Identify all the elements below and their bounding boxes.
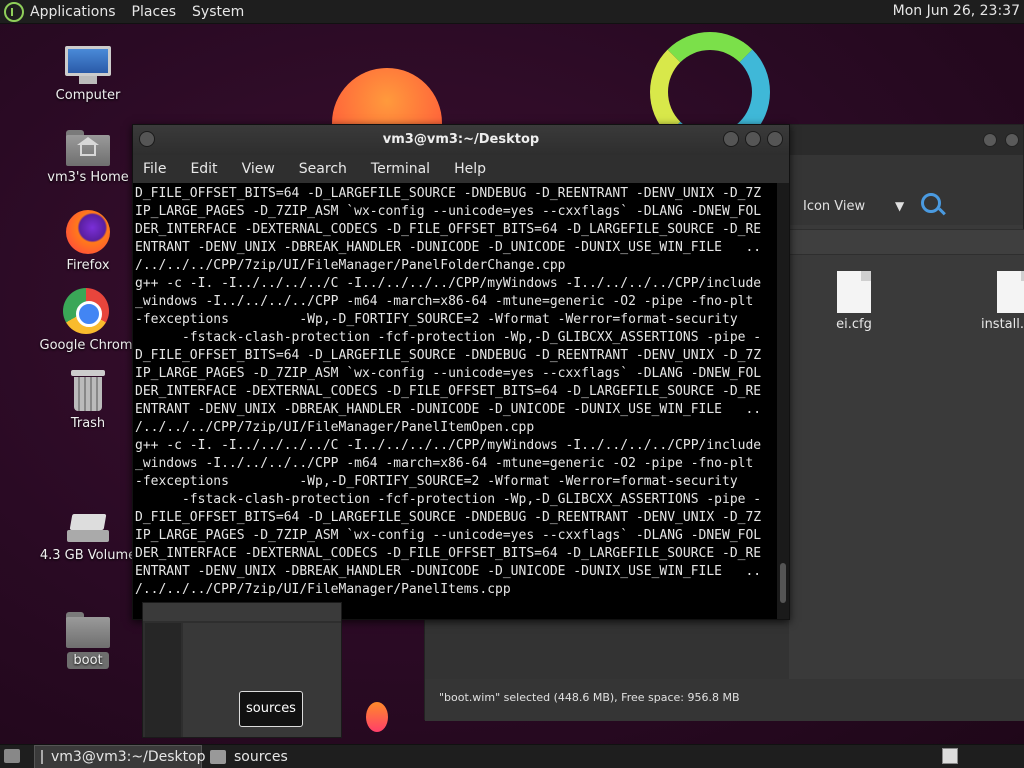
terminal-line: D_FILE_OFFSET_BITS=64 -D_LARGEFILE_SOURC… — [135, 510, 762, 525]
terminal-icon — [41, 750, 43, 764]
window-menu-button[interactable] — [139, 131, 155, 147]
status-bar: "boot.wim" selected (448.6 MB), Free spa… — [425, 679, 1024, 721]
file-item[interactable]: install.esd — [969, 271, 1024, 332]
terminal-line: _windows -I../../../../CPP -m64 -march=x… — [135, 456, 754, 471]
maximize-button[interactable] — [983, 133, 997, 147]
desktop-icon-boot[interactable]: boot — [38, 612, 138, 669]
chevron-down-icon[interactable]: ▼ — [895, 199, 904, 213]
menu-help[interactable]: Help — [454, 161, 486, 177]
close-button[interactable] — [767, 131, 783, 147]
show-desktop-icon[interactable] — [4, 749, 20, 763]
view-mode-select[interactable]: Icon View — [803, 199, 865, 214]
bottom-panel: vm3@vm3:~/Desktop sources — [0, 744, 1024, 768]
terminal-line: /../../../CPP/7zip/UI/FileManager/PanelF… — [135, 258, 566, 273]
menu-file[interactable]: File — [143, 161, 166, 177]
places-menu[interactable]: Places — [132, 4, 177, 20]
file-name: ei.cfg — [836, 317, 872, 332]
desktop-icon-label: Google Chrom — [39, 338, 133, 353]
chrome-icon — [63, 288, 109, 334]
file-icon — [837, 271, 871, 313]
file-icon — [997, 271, 1024, 313]
desktop-icon-volume[interactable]: 4.3 GB Volume — [38, 514, 138, 563]
computer-icon — [65, 46, 111, 84]
file-name: install.esd — [980, 317, 1024, 332]
terminal-line: -fstack-clash-protection -fcf-protection… — [135, 330, 762, 345]
applications-menu[interactable]: Applications — [30, 4, 116, 20]
desktop-icon-label: vm3's Home — [47, 170, 129, 185]
terminal-line: g++ -c -I. -I../../../../C -I../../../..… — [135, 276, 762, 291]
path-bar[interactable] — [789, 229, 1024, 255]
clock[interactable]: Mon Jun 26, 23:37 — [893, 3, 1020, 19]
terminal-menubar: File Edit View Search Terminal Help — [133, 155, 789, 183]
terminal-titlebar[interactable]: vm3@vm3:~/Desktop — [133, 125, 789, 155]
top-panel: Applications Places System Mon Jun 26, 2… — [0, 0, 1024, 24]
window-preview-thumbnail[interactable]: sources — [142, 602, 342, 738]
file-list[interactable]: ei.cfg install.esd — [789, 255, 1024, 679]
preview-tooltip: sources — [239, 691, 303, 727]
terminal-line: D_FILE_OFFSET_BITS=64 -D_LARGEFILE_SOURC… — [135, 186, 762, 201]
search-icon[interactable] — [921, 193, 941, 213]
terminal-line: IP_LARGE_PAGES -D_7ZIP_ASM `wx-config --… — [135, 366, 762, 381]
terminal-line: ENTRANT -DENV_UNIX -DBREAK_HANDLER -DUNI… — [135, 564, 762, 579]
menu-terminal[interactable]: Terminal — [371, 161, 430, 177]
scrollbar-thumb[interactable] — [780, 563, 786, 603]
workspace-switcher-icon[interactable] — [942, 748, 958, 764]
file-item[interactable]: ei.cfg — [809, 271, 899, 332]
maximize-button[interactable] — [745, 131, 761, 147]
taskbar-item-sources[interactable]: sources — [204, 745, 324, 768]
terminal-output[interactable]: D_FILE_OFFSET_BITS=64 -D_LARGEFILE_SOURC… — [133, 183, 777, 619]
desktop-icon-computer[interactable]: Computer — [38, 46, 138, 103]
desktop-icon-label: boot — [67, 652, 109, 669]
home-folder-icon — [66, 130, 110, 166]
preview-sidebar — [145, 623, 181, 737]
folder-icon — [210, 750, 226, 764]
desktop-icon-label: 4.3 GB Volume — [39, 548, 137, 563]
desktop-icon-home[interactable]: vm3's Home — [38, 130, 138, 185]
terminal-line: _windows -I../../../../CPP -m64 -march=x… — [135, 294, 754, 309]
terminal-line: g++ -c -I. -I../../../../C -I../../../..… — [135, 438, 762, 453]
terminal-line: -fstack-clash-protection -fcf-protection… — [135, 492, 762, 507]
terminal-line: IP_LARGE_PAGES -D_7ZIP_ASM `wx-config --… — [135, 204, 762, 219]
terminal-scrollbar[interactable] — [777, 183, 789, 619]
taskbar-item-terminal[interactable]: vm3@vm3:~/Desktop — [34, 745, 206, 768]
desktop-icon-label: Computer — [55, 88, 121, 103]
desktop-icon-chrome[interactable]: Google Chrom — [36, 288, 136, 353]
wallpaper-small-shape — [366, 702, 388, 732]
terminal-line: -fexceptions -Wp,-D_FORTIFY_SOURCE=2 -Wf… — [135, 474, 738, 489]
terminal-line: ENTRANT -DENV_UNIX -DBREAK_HANDLER -DUNI… — [135, 402, 762, 417]
firefox-icon — [66, 210, 110, 254]
taskbar-item-label: vm3@vm3:~/Desktop — [51, 749, 206, 765]
system-menu[interactable]: System — [192, 4, 244, 20]
terminal-line: /../../../CPP/7zip/UI/FileManager/PanelI… — [135, 582, 511, 597]
desktop-icon-label: Firefox — [66, 258, 110, 273]
drive-icon — [67, 514, 109, 544]
close-button[interactable] — [1005, 133, 1019, 147]
terminal-line: DER_INTERFACE -DEXTERNAL_CODECS -D_FILE_… — [135, 546, 762, 561]
menu-search[interactable]: Search — [299, 161, 347, 177]
distro-logo-icon[interactable] — [4, 1, 24, 22]
terminal-line: /../../../CPP/7zip/UI/FileManager/PanelI… — [135, 420, 535, 435]
menu-view[interactable]: View — [242, 161, 275, 177]
terminal-line: DER_INTERFACE -DEXTERNAL_CODECS -D_FILE_… — [135, 384, 762, 399]
desktop-icon-label: Trash — [70, 416, 106, 431]
taskbar-item-label: sources — [234, 749, 288, 765]
window-title: vm3@vm3:~/Desktop — [382, 132, 540, 147]
desktop-icon-trash[interactable]: Trash — [38, 370, 138, 431]
folder-icon — [66, 612, 110, 648]
terminal-line: ENTRANT -DENV_UNIX -DBREAK_HANDLER -DUNI… — [135, 240, 762, 255]
terminal-window[interactable]: vm3@vm3:~/Desktop File Edit View Search … — [132, 124, 790, 620]
minimize-button[interactable] — [723, 131, 739, 147]
terminal-line: -fexceptions -Wp,-D_FORTIFY_SOURCE=2 -Wf… — [135, 312, 738, 327]
terminal-line: D_FILE_OFFSET_BITS=64 -D_LARGEFILE_SOURC… — [135, 348, 762, 363]
terminal-line: IP_LARGE_PAGES -D_7ZIP_ASM `wx-config --… — [135, 528, 762, 543]
preview-toolbar — [143, 603, 341, 621]
menu-edit[interactable]: Edit — [190, 161, 217, 177]
desktop-icon-firefox[interactable]: Firefox — [38, 210, 138, 273]
trash-icon — [71, 370, 105, 412]
terminal-line: DER_INTERFACE -DEXTERNAL_CODECS -D_FILE_… — [135, 222, 762, 237]
